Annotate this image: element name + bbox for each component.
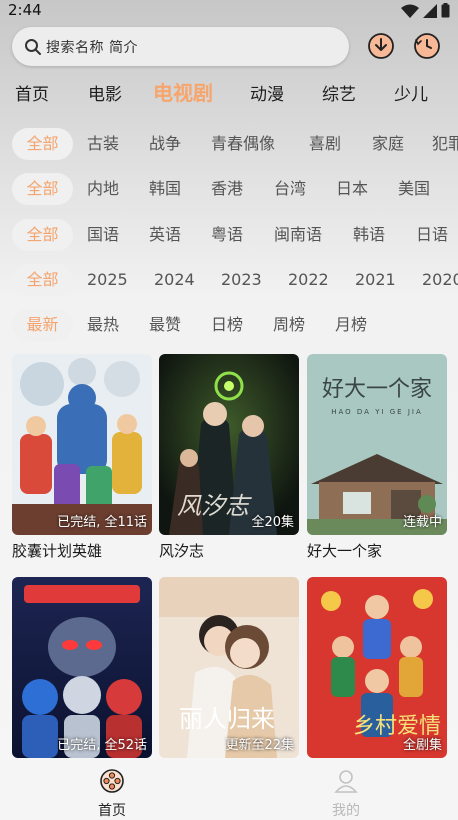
episode-badge: 更新至22集 [225, 738, 294, 753]
bottom-nav-profile-label: 我的 [332, 803, 360, 819]
year-chip[interactable]: 2024 [154, 264, 195, 296]
history-icon[interactable] [413, 32, 441, 60]
poster-image: 好大一个家 HAO DA YI GE JIA 连载中 [307, 354, 447, 535]
episode-badge: 全剧集 [402, 738, 442, 753]
video-card[interactable]: 乡村爱情 全剧集 [307, 577, 447, 758]
sort-filter-row: 最新 最热 最赞 日榜 周榜 月榜 [0, 309, 458, 341]
card-title: 好大一个家 [307, 542, 383, 560]
sort-chip[interactable]: 日榜 [211, 309, 243, 341]
genre-chip[interactable]: 犯罪 [432, 128, 458, 160]
poster-image: 风汐志 全20集 [159, 354, 299, 535]
genre-chip-all[interactable]: 全部 [12, 128, 73, 160]
video-card[interactable]: 风汐志 全20集 风汐志 [159, 354, 299, 560]
tab-home[interactable]: 首页 [15, 80, 49, 105]
year-chip[interactable]: 2025 [87, 264, 128, 296]
bottom-nav-home[interactable]: 首页 [82, 768, 142, 820]
film-reel-icon [100, 769, 124, 793]
year-chip[interactable]: 2021 [355, 264, 396, 296]
language-chip[interactable]: 粤语 [211, 219, 243, 251]
battery-icon [441, 3, 450, 18]
poster-image: 丽人归来 更新至22集 [159, 577, 299, 758]
region-chip-all[interactable]: 全部 [12, 173, 73, 205]
tab-movies[interactable]: 电影 [88, 80, 122, 105]
poster-image: 乡村爱情 全剧集 [307, 577, 447, 758]
sort-chip[interactable]: 最热 [87, 309, 119, 341]
poster-image: 已完结, 全52话 [12, 577, 152, 758]
genre-filter-row: 全部 古装 战争 青春偶像 喜剧 家庭 犯罪 [0, 128, 458, 160]
card-title: 风汐志 [159, 542, 205, 560]
genre-chip[interactable]: 喜剧 [309, 128, 341, 160]
poster-pinyin-text: HAO DA YI GE JIA [331, 408, 423, 416]
wifi-icon [401, 4, 419, 18]
video-card[interactable]: 丽人归来 更新至22集 [159, 577, 299, 758]
region-chip[interactable]: 内地 [87, 173, 119, 205]
region-chip[interactable]: 韩国 [149, 173, 181, 205]
bottom-nav-home-label: 首页 [98, 803, 126, 819]
episode-badge: 已完结, 全52话 [57, 738, 147, 753]
genre-chip[interactable]: 战争 [149, 128, 181, 160]
genre-chip[interactable]: 青春偶像 [211, 128, 275, 160]
status-bar: 2:44 [0, 0, 458, 22]
year-chip[interactable]: 2020 [422, 264, 458, 296]
language-chip[interactable]: 韩语 [353, 219, 385, 251]
poster-image: 已完结, 全11话 [12, 354, 152, 535]
language-chip[interactable]: 英语 [149, 219, 181, 251]
sort-chip[interactable]: 周榜 [273, 309, 305, 341]
search-input[interactable]: 搜索名称 简介 [12, 27, 349, 66]
video-card[interactable]: 已完结, 全11话 胶囊计划英雄 [12, 354, 152, 560]
video-card[interactable]: 已完结, 全52话 [12, 577, 152, 758]
region-chip[interactable]: 香港 [211, 173, 243, 205]
video-card[interactable]: 好大一个家 HAO DA YI GE JIA 连载中 好大一个家 [307, 354, 447, 560]
genre-chip[interactable]: 古装 [87, 128, 119, 160]
status-icons [401, 3, 450, 18]
bottom-nav: 首页 我的 [0, 760, 458, 820]
status-time: 2:44 [8, 1, 42, 19]
language-chip[interactable]: 国语 [87, 219, 119, 251]
tab-kids[interactable]: 少儿 [394, 80, 428, 105]
tab-variety[interactable]: 综艺 [322, 80, 356, 105]
poster-title-text: 好大一个家 [322, 377, 432, 402]
user-icon [334, 770, 358, 793]
search-icon [25, 38, 41, 55]
region-chip[interactable]: 日本 [336, 173, 368, 205]
poster-title-art: 风汐志 [177, 492, 252, 520]
download-icon[interactable] [367, 32, 395, 60]
card-title: 胶囊计划英雄 [12, 542, 103, 560]
episode-badge: 已完结, 全11话 [57, 515, 147, 530]
episode-badge: 全20集 [251, 515, 294, 530]
tab-tv-series[interactable]: 电视剧 [153, 77, 213, 106]
language-filter-row: 全部 国语 英语 粤语 闽南语 韩语 日语 [0, 219, 458, 251]
category-tabs: 首页 电影 电视剧 动漫 综艺 少儿 [0, 80, 458, 106]
year-filter-row: 全部 2025 2024 2023 2022 2021 2020 [0, 264, 458, 296]
year-chip[interactable]: 2023 [221, 264, 262, 296]
language-chip[interactable]: 闽南语 [274, 219, 322, 251]
sort-chip[interactable]: 最赞 [149, 309, 181, 341]
year-chip-all[interactable]: 全部 [12, 264, 73, 296]
language-chip-all[interactable]: 全部 [12, 219, 73, 251]
genre-chip[interactable]: 家庭 [372, 128, 404, 160]
poster-title-art: 丽人归来 [179, 705, 275, 733]
region-filter-row: 全部 内地 韩国 香港 台湾 日本 美国 [0, 173, 458, 205]
search-placeholder: 搜索名称 简介 [46, 39, 138, 56]
bottom-nav-profile[interactable]: 我的 [316, 768, 376, 820]
signal-icon [423, 3, 437, 18]
year-chip[interactable]: 2022 [288, 264, 329, 296]
status-badge: 连载中 [402, 515, 442, 530]
language-chip[interactable]: 日语 [416, 219, 448, 251]
tab-anime[interactable]: 动漫 [250, 80, 284, 105]
sort-chip-latest[interactable]: 最新 [12, 309, 73, 341]
sort-chip[interactable]: 月榜 [335, 309, 367, 341]
region-chip[interactable]: 台湾 [274, 173, 306, 205]
region-chip[interactable]: 美国 [398, 173, 430, 205]
